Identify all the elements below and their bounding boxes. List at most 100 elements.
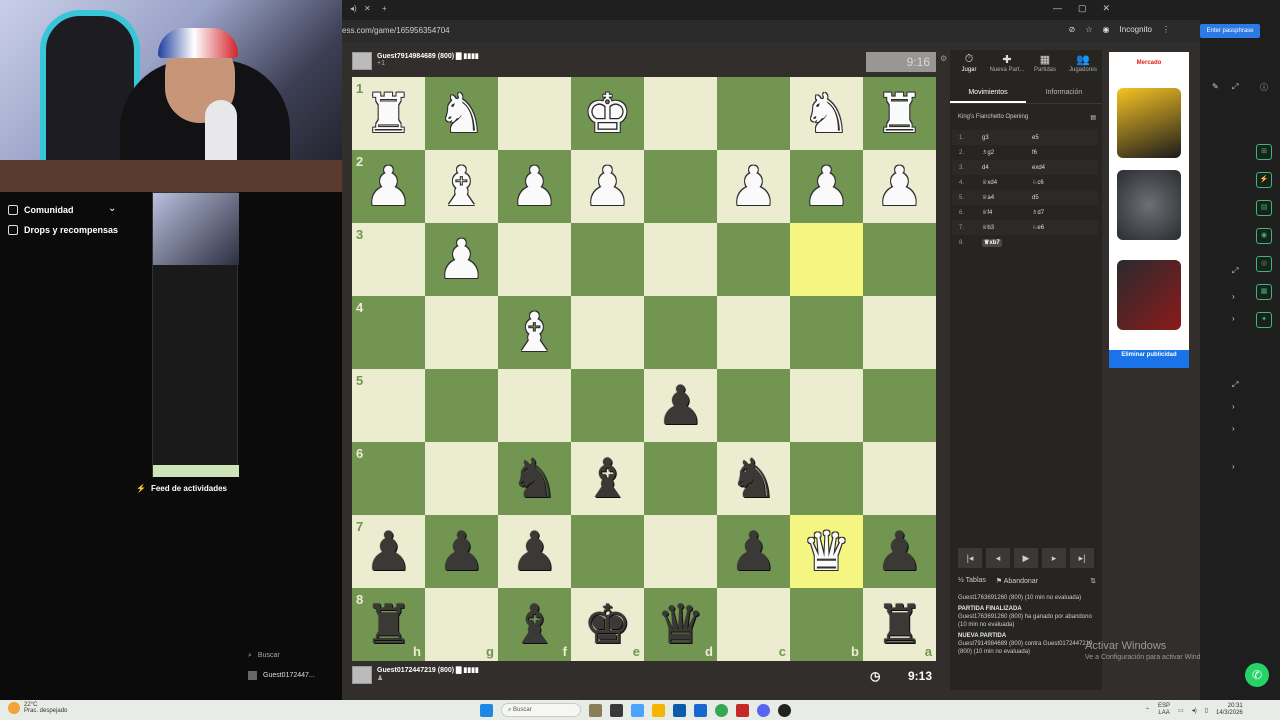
top-player-name[interactable]: Guest7914984689	[377, 53, 436, 60]
black-rook-piece[interactable]: ♜	[364, 597, 412, 652]
first-move-button[interactable]: |◂	[958, 548, 982, 568]
left-guest-entry[interactable]: Guest0172447...	[248, 671, 315, 680]
passphrase-button[interactable]: Enter passphrase	[1200, 24, 1260, 38]
sidebar-item-drops[interactable]: Drops y recompensas	[8, 225, 118, 235]
white-bishop-piece[interactable]: ♝	[437, 159, 485, 214]
tab-partidas[interactable]: ▦ Partidas	[1026, 50, 1064, 82]
board-square[interactable]: 2 ♟	[352, 150, 425, 223]
board-square[interactable]: ♟	[571, 150, 644, 223]
board-square[interactable]	[644, 223, 717, 296]
black-move[interactable]: ♘c6	[1032, 179, 1082, 186]
audio-icon[interactable]: ◂)	[350, 4, 357, 13]
resign-button[interactable]: ⚑ Abandonar	[996, 577, 1038, 585]
new-tab-icon[interactable]: +	[382, 4, 387, 13]
white-pawn-piece[interactable]: ♟	[510, 159, 558, 214]
board-square[interactable]: ♟	[863, 150, 936, 223]
board-square[interactable]: 7 ♟	[352, 515, 425, 588]
chevron-right-icon[interactable]: ›	[1232, 462, 1235, 471]
board-square[interactable]: ♟	[717, 515, 790, 588]
tab-jugadores[interactable]: 👥 Jugadores	[1064, 50, 1102, 82]
board-square[interactable]: ♞	[790, 77, 863, 150]
white-move[interactable]: ♗g2	[982, 149, 1032, 156]
black-pawn-piece[interactable]: ♟	[364, 524, 412, 579]
board-square[interactable]: d ♛	[644, 588, 717, 661]
activity-feed-header[interactable]: ⚡ Feed de actividades	[136, 484, 227, 493]
black-rook-piece[interactable]: ♜	[875, 597, 923, 652]
white-knight-piece[interactable]: ♞	[802, 86, 850, 141]
tab-jugar[interactable]: ⏱ Jugar	[950, 50, 988, 82]
discord-icon[interactable]	[757, 703, 770, 717]
last-move-button[interactable]: ▸|	[1070, 548, 1094, 568]
info-icon[interactable]: ⓘ	[1260, 82, 1268, 93]
black-bishop-piece[interactable]: ♝	[583, 451, 631, 506]
board-square[interactable]: c	[717, 588, 790, 661]
board-square[interactable]: ♛	[790, 515, 863, 588]
board-square[interactable]	[644, 442, 717, 515]
board-square[interactable]	[498, 223, 571, 296]
black-move[interactable]: ♘e6	[1032, 224, 1082, 231]
bolt-icon[interactable]: ⚡	[1256, 172, 1272, 188]
board-square[interactable]	[717, 223, 790, 296]
white-move[interactable]: ♕f4	[982, 209, 1032, 216]
wrench-icon[interactable]: ✦	[1256, 312, 1272, 328]
white-knight-piece[interactable]: ♞	[437, 86, 485, 141]
board-square[interactable]: 3	[352, 223, 425, 296]
app-icon[interactable]	[673, 703, 686, 717]
gear-icon[interactable]: ⚙	[940, 54, 947, 63]
board-square[interactable]	[498, 369, 571, 442]
app-icon[interactable]	[736, 703, 749, 717]
broadcast-icon[interactable]: ◎	[1256, 256, 1272, 272]
chevron-right-icon[interactable]: ›	[1232, 424, 1235, 433]
black-knight-piece[interactable]: ♞	[729, 451, 777, 506]
remove-ads-button[interactable]: Eliminar publicidad	[1109, 350, 1189, 368]
board-square[interactable]	[644, 296, 717, 369]
white-pawn-piece[interactable]: ♟	[437, 232, 485, 287]
board-square[interactable]: ♝	[425, 150, 498, 223]
board-square[interactable]	[571, 515, 644, 588]
white-move[interactable]: ♕xd4	[982, 179, 1032, 186]
white-move[interactable]: d4	[982, 165, 1032, 171]
board-square[interactable]: 6	[352, 442, 425, 515]
document-icon[interactable]: ▤	[1256, 200, 1272, 216]
board-square[interactable]: ♟	[863, 515, 936, 588]
white-bishop-piece[interactable]: ♝	[510, 305, 558, 360]
taskbar-search[interactable]: ⌕ Buscar	[501, 703, 581, 717]
black-move[interactable]: e5	[1032, 135, 1082, 141]
black-pawn-piece[interactable]: ♟	[510, 524, 558, 579]
board-square[interactable]: ♚	[571, 77, 644, 150]
white-king-piece[interactable]: ♚	[583, 86, 631, 141]
battery-icon[interactable]: ▯	[1205, 707, 1208, 714]
next-move-button[interactable]: ▸	[1042, 548, 1066, 568]
tab-nueva-part[interactable]: ✚ Nueva Part...	[988, 50, 1026, 82]
board-square[interactable]	[644, 515, 717, 588]
board-square[interactable]	[790, 369, 863, 442]
ad-product-earbuds[interactable]	[1117, 170, 1181, 240]
black-pawn-piece[interactable]: ♟	[729, 524, 777, 579]
obs-icon[interactable]	[778, 703, 791, 717]
board-square[interactable]: ♞	[717, 442, 790, 515]
black-move[interactable]: d5	[1032, 195, 1082, 201]
board-square[interactable]	[644, 150, 717, 223]
black-pawn-piece[interactable]: ♟	[656, 378, 704, 433]
board-square[interactable]: ♟	[498, 150, 571, 223]
board-square[interactable]: ♟	[498, 515, 571, 588]
board-square[interactable]: b	[790, 588, 863, 661]
tab-informacion[interactable]: Información	[1026, 84, 1102, 103]
board-square[interactable]: ♜	[863, 77, 936, 150]
white-pawn-piece[interactable]: ♟	[583, 159, 631, 214]
chess-board[interactable]: 1 ♜ ♞ ♚ ♞ ♜ 2 ♟ ♝ ♟ ♟ ♟ ♟ ♟ 3 ♟ 4 ♝ 5 ♟ 6 ♞ ♝ ♞ 7 ♟ ♟ ♟ ♟ ♛ ♟ 8 h ♜ g f ♝ e ♚ d…	[352, 77, 936, 661]
expand-icon[interactable]: ⤢	[1232, 266, 1238, 276]
board-square[interactable]: 1 ♜	[352, 77, 425, 150]
board-square[interactable]: f ♝	[498, 588, 571, 661]
board-square[interactable]	[790, 442, 863, 515]
layers-icon[interactable]: ▦	[1256, 284, 1272, 300]
weather-widget[interactable]: 22°C Prac. despejado	[8, 702, 67, 714]
sidebar-item-comunidad[interactable]: Comunidad	[8, 205, 74, 215]
url-text[interactable]: ess.com/game/165956354704	[342, 26, 450, 35]
black-move[interactable]: exd4	[1032, 165, 1082, 171]
black-move[interactable]: f6	[1032, 150, 1082, 156]
board-square[interactable]: ♝	[498, 296, 571, 369]
expand-icon[interactable]: ⤢	[1232, 82, 1238, 92]
address-bar[interactable]: ess.com/game/165956354704 ⊘ ☆ ◉ Incognit…	[342, 20, 1200, 42]
edge-icon[interactable]	[694, 703, 707, 717]
